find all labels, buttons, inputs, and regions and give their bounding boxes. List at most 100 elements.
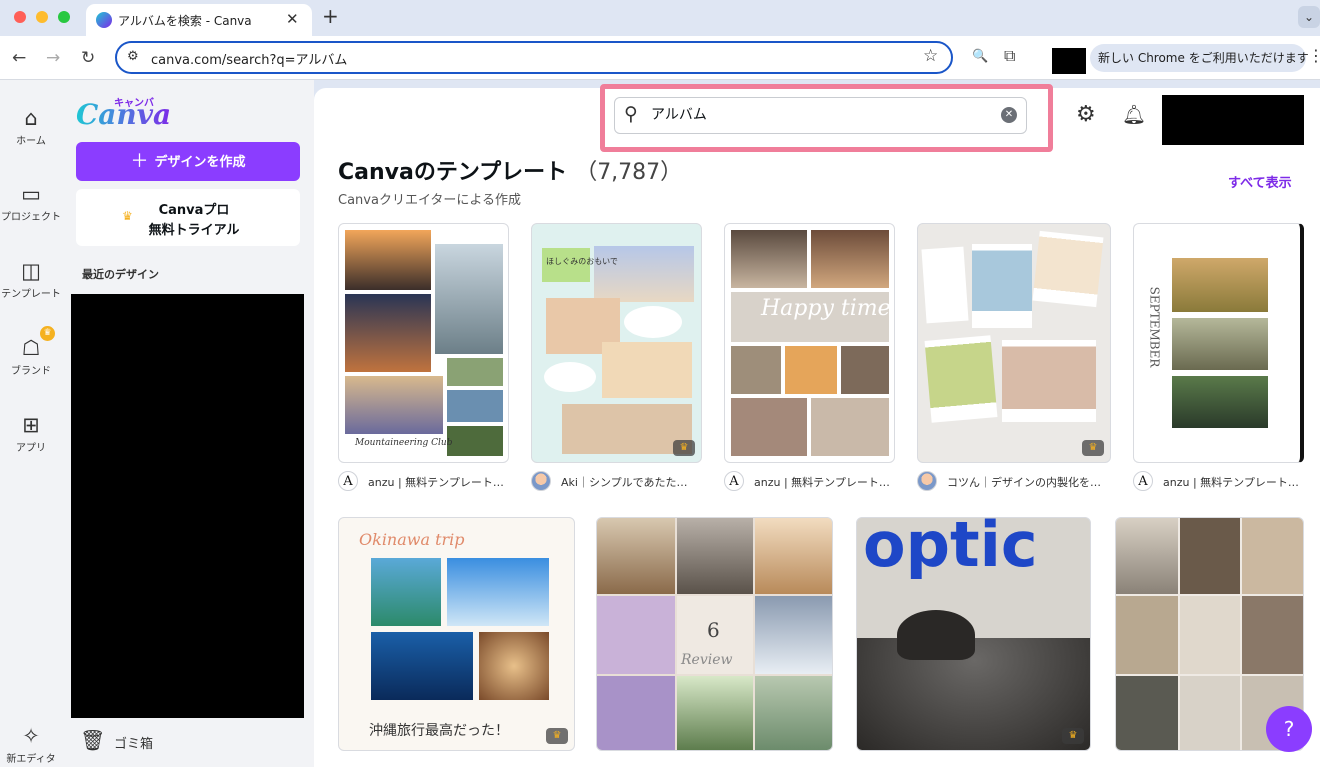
bookmark-star-icon[interactable]: ☆ [923,46,938,66]
chrome-menu-icon[interactable]: ⋮ [1308,46,1320,65]
search-input[interactable] [651,106,981,122]
canva-favicon-icon [96,12,112,28]
trash-label[interactable]: ゴミ箱 [114,733,153,752]
creator-avatar [917,471,937,491]
creator-avatar: A [724,471,744,491]
lens-search-icon[interactable]: 🔍 [972,49,988,64]
url-text[interactable]: canva.com/search?q=アルバム [151,49,347,68]
extensions-puzzle-icon[interactable]: ⧉ [1004,46,1015,66]
creator-name: Aki｜シンプルであたた… [561,476,688,489]
recent-designs-heading: 最近のデザイン [82,268,159,281]
rail-item-projects[interactable]: ▭ プロジェクト [0,180,62,223]
template-card[interactable]: Mountaineering Club [338,223,509,463]
result-count: （7,787） [575,160,683,185]
template-icon: ◫ [21,259,41,283]
rail-item-new-editor[interactable]: ✧ 新エディタ [0,722,62,765]
tab-strip: アルバムを検索 - Canva ✕ + ⌄ [0,0,1320,36]
pro-crown-icon: ♛ [673,440,695,456]
clear-search-icon[interactable]: ✕ [1001,107,1017,123]
maximize-window-button[interactable] [58,11,70,23]
creator-name: コツん｜デザインの内製化を… [947,476,1101,489]
template-card[interactable]: optic ♛ [856,517,1091,751]
trial-line-2: 無料トライアル [148,223,240,238]
page-title: Canvaのテンプレート （7,787） [338,154,682,186]
bell-icon[interactable]: 🔔︎ [1122,103,1146,126]
card-caption: ほしぐみのおもいで [546,257,618,266]
crown-icon: ♛ [40,326,55,341]
folder-icon: ▭ [21,182,41,206]
card-title: optic [863,517,1038,581]
pro-trial-button[interactable]: ♛ Canvaプロ 無料トライアル [76,189,300,246]
recent-designs-list[interactable] [71,294,304,718]
create-design-button[interactable]: ＋ デザインを作成 [76,142,300,181]
creator-byline[interactable]: A anzu | 無料テンプレート… [1133,471,1305,493]
rail-item-templates[interactable]: ◫ テンプレート [0,257,62,300]
creator-avatar [531,471,551,491]
search-bar[interactable]: ⚲ ✕ [614,97,1027,134]
browser-tab[interactable]: アルバムを検索 - Canva ✕ [86,4,312,36]
template-card[interactable]: Happy time [724,223,895,463]
back-arrow-icon[interactable]: ← [12,48,26,68]
gear-icon[interactable]: ⚙ [1076,102,1096,127]
pro-crown-icon: ♛ [1062,728,1084,744]
card-footer: 沖縄旅行最高だった！ [369,723,509,739]
trash-icon[interactable]: 🗑 [80,728,105,752]
browser-toolbar: ← → ↻ ⚙ canva.com/search?q=アルバム ☆ 🔍 ⧉ 新し… [0,36,1320,80]
rail-label: アプリ [16,443,46,454]
address-bar[interactable]: ⚙ canva.com/search?q=アルバム ☆ [115,41,953,74]
card-title: Okinawa trip [359,530,465,549]
template-card[interactable]: Okinawa trip 沖縄旅行最高だった！ ♛ [338,517,575,751]
creator-byline[interactable]: Aki｜シンプルであたた… [531,471,705,493]
search-icon: ⚲ [624,103,638,125]
creator-byline[interactable]: コツん｜デザインの内製化を… [917,471,1113,493]
creator-name: anzu | 無料テンプレート… [1163,476,1299,489]
rail-label: 新エディタ [6,754,56,765]
minimize-window-button[interactable] [36,11,48,23]
subheading: Canvaクリエイターによる作成 [338,193,522,208]
creator-avatar: A [1133,471,1153,491]
tab-search-chevron-icon[interactable]: ⌄ [1298,6,1320,28]
trial-line-1: Canvaプロ [158,203,230,218]
rail-label: テンプレート [1,289,61,300]
template-card[interactable]: 6 Review [596,517,833,751]
creator-byline[interactable]: A anzu | 無料テンプレート… [724,471,898,493]
rail-item-home[interactable]: ⌂ ホーム [0,104,62,147]
rail-item-brand[interactable]: ☖ ブランド [0,334,62,377]
canva-logo[interactable]: Canva [76,98,171,131]
template-card[interactable]: ほしぐみのおもいで ♛ [531,223,702,463]
chrome-update-chip[interactable]: 新しい Chrome をご利用いただけます [1090,44,1309,72]
card-title: 6 [707,618,720,642]
heading-text: Canvaのテンプレート [338,160,568,185]
rail-label: ブランド [11,366,51,377]
forward-arrow-icon[interactable]: → [46,48,60,68]
new-tab-button[interactable]: + [322,4,339,28]
card-caption: Happy time [761,296,891,321]
creator-name: anzu | 無料テンプレート… [368,476,504,489]
apps-icon: ⊞ [22,413,40,437]
creator-name: anzu | 無料テンプレート… [754,476,890,489]
creator-avatar: A [338,471,358,491]
template-card[interactable]: ♛ [917,223,1111,463]
rail-label: ホーム [16,136,46,147]
sidebar: キャンバ Canva ＋デザインを作成 ♛ Canvaプロ 無料トライアル 最近… [62,80,314,767]
account-area[interactable] [1162,95,1304,145]
pro-crown-icon: ♛ [546,728,568,744]
creator-byline[interactable]: A anzu | 無料テンプレート… [338,471,512,493]
main-panel: ⚲ ✕ ⚙ 🔔︎ Canvaのテンプレート （7,787） Canvaクリエイター… [314,84,1320,767]
profile-avatar[interactable] [1052,48,1086,74]
close-window-button[interactable] [14,11,26,23]
home-icon: ⌂ [24,106,38,130]
see-all-link[interactable]: すべて表示 [1228,172,1292,191]
site-settings-icon[interactable]: ⚙ [127,49,139,64]
sparkle-icon: ✧ [22,724,40,748]
template-card[interactable]: SEPTEMBER [1133,223,1304,463]
card-caption: Mountaineering Club [355,438,453,448]
create-design-label: デザインを作成 [154,155,246,170]
help-button[interactable]: ? [1266,706,1312,752]
tab-close-icon[interactable]: ✕ [286,10,299,28]
rail-item-apps[interactable]: ⊞ アプリ [0,411,62,454]
rail-label: プロジェクト [1,212,61,223]
reload-icon[interactable]: ↻ [81,48,95,68]
left-rail: ⌂ ホーム ▭ プロジェクト ◫ テンプレート ☖ ブランド ♛ ⊞ アプリ ✧… [0,80,62,767]
pro-crown-icon: ♛ [1082,440,1104,456]
